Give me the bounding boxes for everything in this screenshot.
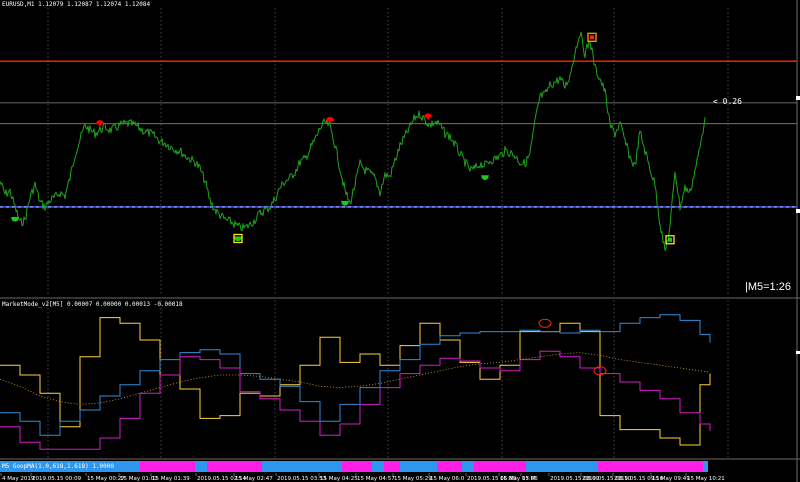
strip-segment-11 xyxy=(474,461,526,472)
strip-segment-12 xyxy=(526,461,598,472)
time-label-11: 15 May 06:0 xyxy=(430,476,465,482)
timer-label: |M5=1:26 xyxy=(745,281,791,293)
time-label-4: 15 May 01:39 xyxy=(152,476,190,482)
osc-tick xyxy=(796,351,800,354)
strip-segment-2 xyxy=(195,461,207,472)
strip-segment-7 xyxy=(384,461,400,472)
time-label-19: 15 May 10:21 xyxy=(687,476,725,482)
strip-segment-3 xyxy=(207,461,262,472)
strip-segment-10 xyxy=(462,461,474,472)
time-label-14: 15 M xyxy=(522,476,536,482)
strip-segment-1 xyxy=(140,461,195,472)
price-tick xyxy=(796,96,800,100)
time-label-8: 15 May 04:25 xyxy=(320,476,358,482)
time-label-0: 4 May 2019 xyxy=(2,476,35,482)
symbol-title: EURUSD,M1 1.12079 1.12087 1.12074 1.1208… xyxy=(2,1,150,8)
strip-panel[interactable]: M5 GoopMA(1.0,618,1.618) 1.0000 xyxy=(0,461,708,472)
boxed-marker-core-icon-0 xyxy=(236,236,240,241)
strip-segment-4 xyxy=(262,461,342,472)
time-label-10: 15 May 05:29 xyxy=(394,476,432,482)
level-marker: < 0.26 xyxy=(713,97,742,106)
strip-segment-5 xyxy=(342,461,372,472)
strip-segment-13 xyxy=(598,461,703,472)
strip-segment-14 xyxy=(703,461,708,472)
boxed-marker-core-icon-1 xyxy=(590,35,594,40)
boxed-marker-core-icon-2 xyxy=(668,237,672,242)
strip-segment-6 xyxy=(372,461,384,472)
time-label-9: 15 May 04:57 xyxy=(357,476,395,482)
strip-title: M5 GoopMA(1.0,618,1.618) 1.0000 xyxy=(2,463,114,470)
price-tick-2 xyxy=(796,209,800,213)
strip-segment-8 xyxy=(400,461,437,472)
chart-canvas: EURUSD,M1 1.12079 1.12087 1.12074 1.1208… xyxy=(0,0,800,482)
time-label-1: 2019.05.15 00:09 xyxy=(32,476,82,482)
time-label-18: 15 May 09:49 xyxy=(652,476,690,482)
indicator-title: MarketMode_v2[M5] 0.00007 0.00000 0.0001… xyxy=(2,301,183,308)
strip-segment-9 xyxy=(437,461,462,472)
time-label-6: 15 May 02:47 xyxy=(235,476,273,482)
